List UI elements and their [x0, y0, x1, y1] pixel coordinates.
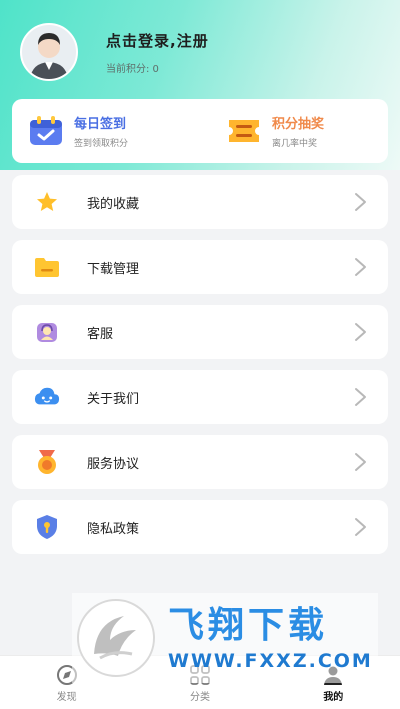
menu-item-favorites[interactable]: 我的收藏 [12, 175, 388, 229]
lottery-title: 积分抽奖 [272, 117, 325, 132]
cloud-icon [34, 384, 60, 410]
menu-label: 我的收藏 [87, 196, 140, 212]
menu-item-about-us[interactable]: 关于我们 [12, 370, 388, 424]
watermark: 飞翔下载 WWW.FXXZ.COM [72, 593, 378, 683]
shield-icon [34, 514, 60, 540]
chevron-right-icon [355, 323, 366, 341]
promo-card: 每日签到 签到领取积分 积分抽奖 离几率中奖 [12, 99, 388, 163]
menu-item-privacy-policy[interactable]: 隐私政策 [12, 500, 388, 554]
menu-label: 客服 [87, 326, 114, 342]
chevron-right-icon [355, 193, 366, 211]
medal-icon [34, 449, 60, 475]
lottery-subtitle: 离几率中奖 [272, 139, 318, 149]
watermark-logo [77, 599, 155, 677]
ticket-icon [229, 120, 259, 142]
chevron-right-icon [355, 258, 366, 276]
avatar-person-icon [30, 33, 68, 79]
tab-label: 我的 [323, 692, 344, 703]
checkin-title: 每日签到 [74, 117, 127, 132]
checkin-subtitle: 签到领取积分 [74, 139, 129, 149]
menu-item-customer-service[interactable]: 客服 [12, 305, 388, 359]
menu-item-downloads[interactable]: 下载管理 [12, 240, 388, 294]
customer-service-icon [34, 319, 60, 345]
chevron-right-icon [355, 453, 366, 471]
current-points: 当前积分: 0 [106, 63, 159, 75]
points-lottery-button[interactable]: 积分抽奖 离几率中奖 [200, 113, 388, 149]
folder-icon [34, 254, 60, 280]
login-register-link[interactable]: 点击登录,注册 [106, 30, 209, 51]
menu-label: 隐私政策 [87, 521, 140, 537]
calendar-icon [30, 116, 62, 145]
menu-label: 关于我们 [87, 391, 140, 407]
avatar[interactable] [20, 23, 78, 81]
menu-label: 服务协议 [87, 456, 140, 472]
watermark-url: WWW.FXXZ.COM [168, 650, 373, 672]
profile-header[interactable]: 点击登录,注册 当前积分: 0 [20, 22, 209, 82]
watermark-title: 飞翔下载 [168, 605, 329, 646]
chevron-right-icon [355, 518, 366, 536]
menu-label: 下载管理 [87, 261, 140, 277]
tab-label: 发现 [56, 692, 77, 703]
star-icon [34, 189, 60, 215]
tab-label: 分类 [189, 692, 210, 703]
daily-checkin-button[interactable]: 每日签到 签到领取积分 [12, 113, 200, 149]
menu-item-service-agreement[interactable]: 服务协议 [12, 435, 388, 489]
chevron-right-icon [355, 388, 366, 406]
